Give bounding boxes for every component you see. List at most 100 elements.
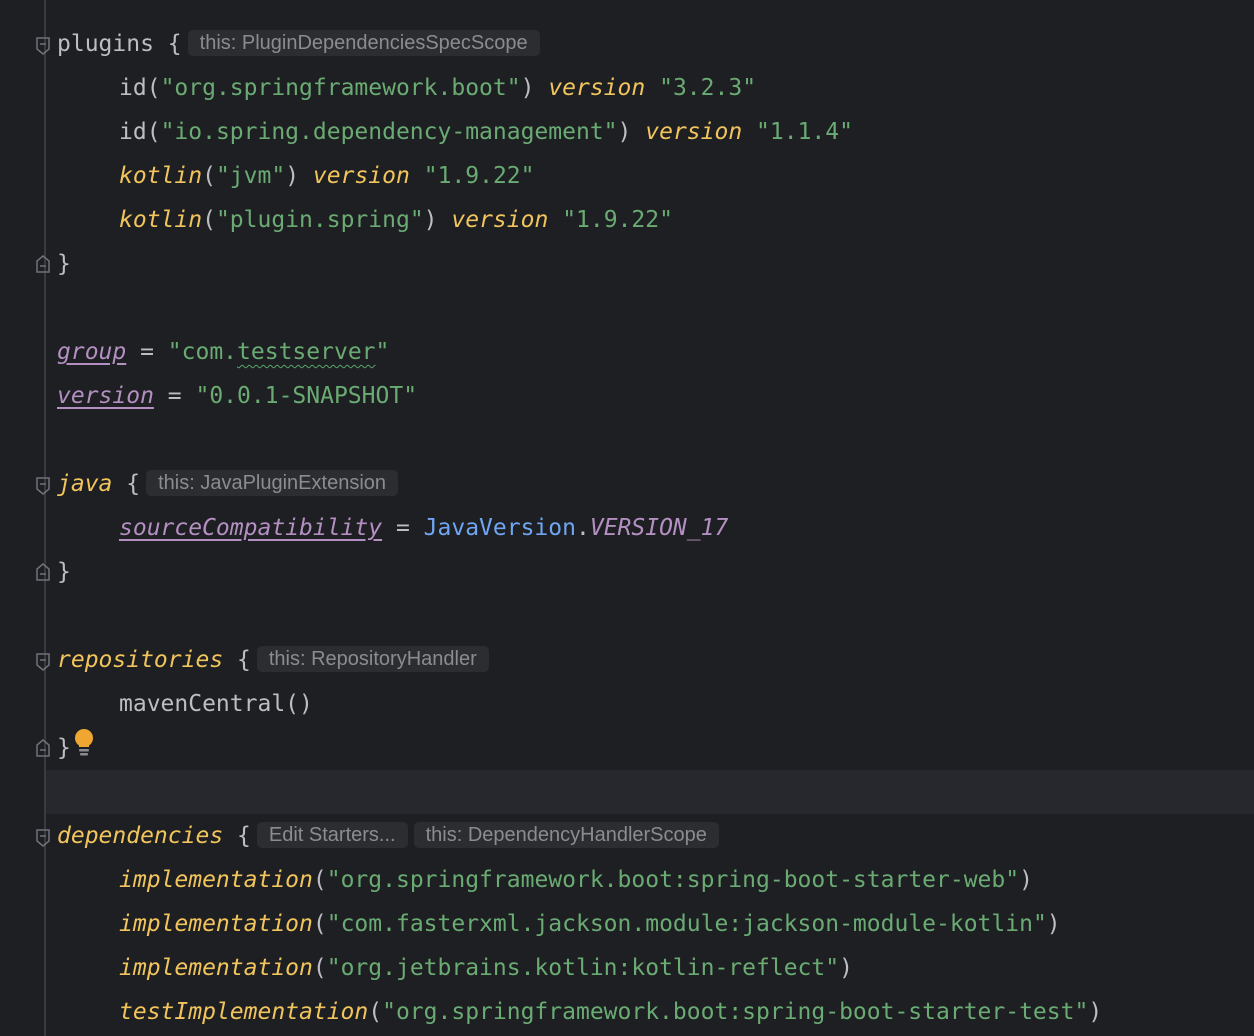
- fold-close-icon[interactable]: [35, 738, 51, 758]
- code-line-plugin-entry[interactable]: kotlin("jvm") version "1.9.22": [57, 154, 535, 198]
- assign-operator: =: [382, 515, 424, 541]
- code-line-dependency[interactable]: implementation("org.springframework.boot…: [57, 858, 1033, 902]
- edit-starters-link[interactable]: Edit Starters...: [256, 821, 408, 848]
- paren: ): [423, 207, 438, 233]
- close-brace: }: [57, 251, 71, 277]
- open-brace: {: [112, 471, 141, 497]
- code-line-close-brace[interactable]: }: [57, 550, 71, 594]
- code-editor[interactable]: plugins {this: PluginDependenciesSpecSco…: [0, 0, 1254, 1036]
- paren: (: [146, 75, 161, 101]
- paren: ): [1088, 999, 1103, 1025]
- fold-close-icon[interactable]: [35, 562, 51, 582]
- paren: ): [839, 955, 853, 981]
- infix-keyword[interactable]: version: [645, 119, 742, 145]
- code-line-dependency[interactable]: implementation("com.fasterxml.jackson.mo…: [57, 902, 1061, 946]
- paren: (: [312, 955, 327, 981]
- function-name[interactable]: kotlin: [119, 163, 202, 189]
- class-name[interactable]: JavaVersion: [424, 515, 576, 541]
- function-name[interactable]: id: [119, 119, 147, 145]
- paren: ): [1019, 867, 1033, 893]
- code-line-group[interactable]: group = "com.testserver": [57, 330, 389, 374]
- inlay-hint-receiver: this: PluginDependenciesSpecScope: [187, 29, 540, 56]
- group-property[interactable]: group: [57, 339, 126, 365]
- code-line-maven-central[interactable]: mavenCentral(): [57, 682, 313, 726]
- repositories-keyword[interactable]: repositories: [57, 647, 223, 673]
- infix-keyword[interactable]: version: [451, 207, 548, 233]
- fold-open-icon[interactable]: [35, 476, 51, 496]
- function-name[interactable]: implementation: [119, 955, 313, 981]
- paren: (: [312, 867, 327, 893]
- code-line-source-compat[interactable]: sourceCompatibility = JavaVersion.VERSIO…: [57, 506, 728, 550]
- code-line-close-brace[interactable]: }: [57, 242, 71, 286]
- dependencies-keyword[interactable]: dependencies: [57, 823, 223, 849]
- code-line-dependency[interactable]: testImplementation("org.springframework.…: [57, 990, 1102, 1034]
- gutter-divider: [44, 0, 46, 1036]
- infix-keyword[interactable]: version: [548, 75, 645, 101]
- fold-open-icon[interactable]: [35, 36, 51, 56]
- code-line-version[interactable]: version = "0.0.1-SNAPSHOT": [57, 374, 417, 418]
- plugins-keyword[interactable]: plugins: [57, 31, 154, 57]
- string-literal: "com.fasterxml.jackson.module:jackson-mo…: [326, 911, 1047, 937]
- open-brace: {: [223, 823, 251, 849]
- string-literal: ": [375, 339, 390, 365]
- close-brace: }: [57, 735, 71, 761]
- fold-open-icon[interactable]: [35, 828, 51, 848]
- open-brace: {: [223, 647, 251, 673]
- string-literal: "org.jetbrains.kotlin:kotlin-reflect": [326, 955, 840, 981]
- close-brace: }: [57, 559, 71, 585]
- function-name[interactable]: kotlin: [119, 207, 202, 233]
- paren: ): [285, 163, 300, 189]
- open-brace: {: [153, 31, 182, 57]
- string-literal: "io.spring.dependency-management": [160, 119, 618, 145]
- code-line-plugin-entry[interactable]: kotlin("plugin.spring") version "1.9.22": [57, 198, 673, 242]
- function-name[interactable]: testImplementation: [119, 999, 368, 1025]
- paren: (: [312, 911, 327, 937]
- inlay-hint-receiver: this: RepositoryHandler: [256, 645, 489, 672]
- code-line-plugin-entry[interactable]: id("io.spring.dependency-management") ve…: [57, 110, 853, 154]
- function-call[interactable]: mavenCentral(): [119, 691, 313, 717]
- string-literal: "org.springframework.boot:spring-boot-st…: [326, 867, 1020, 893]
- code-line-plugins[interactable]: plugins {this: PluginDependenciesSpecSco…: [57, 22, 540, 66]
- java-keyword[interactable]: java: [57, 471, 112, 497]
- enum-constant[interactable]: VERSION_17: [590, 515, 728, 541]
- code-line-repositories[interactable]: repositories {this: RepositoryHandler: [57, 638, 489, 682]
- version-string: "1.9.22": [423, 163, 535, 189]
- string-literal: "org.springframework.boot:spring-boot-st…: [382, 999, 1089, 1025]
- fold-close-icon[interactable]: [35, 254, 51, 274]
- paren: (: [202, 163, 216, 189]
- code-line-close-brace[interactable]: }: [57, 726, 71, 770]
- code-line-dependencies[interactable]: dependencies {Edit Starters... this: Depe…: [57, 814, 719, 858]
- code-line-dependency[interactable]: implementation("org.jetbrains.kotlin:kot…: [57, 946, 853, 990]
- version-property[interactable]: version: [57, 383, 154, 409]
- infix-keyword[interactable]: version: [313, 163, 410, 189]
- assign-operator: =: [126, 339, 168, 365]
- version-string: "1.9.22": [562, 207, 673, 233]
- paren: (: [368, 999, 383, 1025]
- paren: (: [202, 207, 216, 233]
- fold-open-icon[interactable]: [35, 652, 51, 672]
- caret-line-highlight: [46, 770, 1254, 814]
- version-string: "1.1.4": [756, 119, 853, 145]
- inlay-hint-receiver: this: JavaPluginExtension: [146, 469, 399, 496]
- string-literal: "plugin.spring": [215, 207, 424, 233]
- typo-highlight[interactable]: testserver: [237, 339, 375, 365]
- code-line-plugin-entry[interactable]: id("org.springframework.boot") version "…: [57, 66, 756, 110]
- version-string: "3.2.3": [659, 75, 757, 101]
- paren: ): [520, 75, 535, 101]
- paren: (: [146, 119, 161, 145]
- paren: ): [617, 119, 632, 145]
- string-literal: "jvm": [215, 163, 286, 189]
- dot-operator: .: [575, 515, 590, 541]
- function-name[interactable]: implementation: [119, 911, 313, 937]
- string-literal: "com.: [167, 339, 238, 365]
- inlay-hint-receiver: this: DependencyHandlerScope: [413, 821, 719, 848]
- function-name[interactable]: implementation: [119, 867, 313, 893]
- function-name[interactable]: id: [119, 75, 147, 101]
- string-literal: "0.0.1-SNAPSHOT": [195, 383, 418, 409]
- string-literal: "org.springframework.boot": [160, 75, 521, 101]
- assign-operator: =: [153, 383, 196, 409]
- source-compatibility-property[interactable]: sourceCompatibility: [119, 515, 382, 541]
- paren: ): [1046, 911, 1061, 937]
- code-line-java[interactable]: java {this: JavaPluginExtension: [57, 462, 399, 506]
- lightbulb-icon[interactable]: [72, 728, 96, 758]
